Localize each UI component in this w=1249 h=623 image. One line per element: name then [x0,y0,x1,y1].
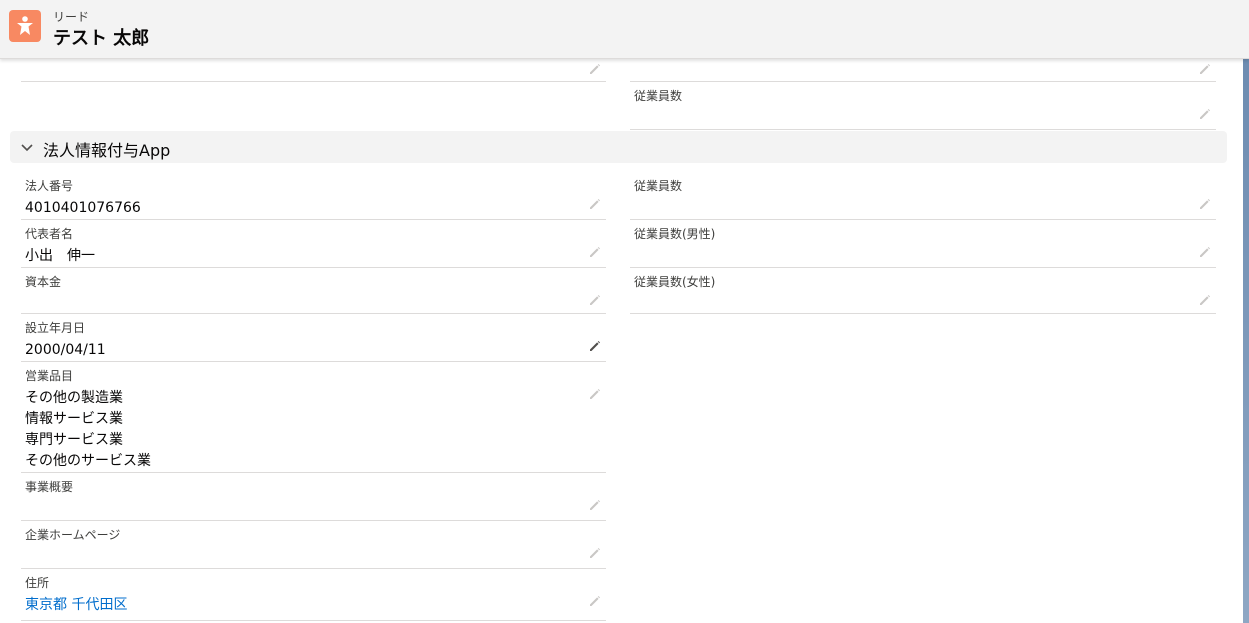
field-label: 事業概要 [25,480,74,494]
field-label: 企業ホームページ [25,528,121,542]
field-employees-top: 従業員数 [630,82,1216,130]
pencil-icon[interactable] [1198,197,1212,211]
field-label: 従業員数 [634,179,683,193]
field-partial-left [21,59,606,82]
field-established-date: 設立年月日 2000/04/11 [21,314,606,362]
pencil-icon[interactable] [588,498,602,512]
field-value: 小出 伸一 [25,248,95,264]
field-label: 従業員数(男性) [634,227,716,241]
field-employees-female: 従業員数(女性) [630,268,1216,314]
chevron-down-icon[interactable] [20,139,34,153]
section-header[interactable]: 法人情報付与App [10,131,1227,163]
field-address: 住所 東京都 千代田区 [21,569,606,621]
object-label: リード [53,10,90,24]
field-value: 4010401076766 [25,200,141,216]
field-label: 従業員数 [634,89,683,103]
field-label: 従業員数(女性) [634,275,716,289]
pencil-icon[interactable] [588,245,602,259]
pencil-icon[interactable] [588,339,602,353]
field-label: 住所 [25,576,50,590]
pencil-icon[interactable] [588,293,602,307]
record-name: テスト 太郎 [53,28,150,49]
field-company-homepage: 企業ホームページ [21,521,606,569]
pencil-icon[interactable] [1198,107,1212,121]
section-title: 法人情報付与App [43,141,171,160]
record-header: リード テスト 太郎 [0,0,1249,59]
field-business-items: 営業品目 その他の製造業 情報サービス業 専門サービス業 その他のサービス業 [21,362,606,473]
field-corporate-number: 法人番号 4010401076766 [21,172,606,220]
field-label: 資本金 [25,275,62,289]
pencil-icon[interactable] [588,546,602,560]
pencil-icon[interactable] [588,62,602,76]
field-value: 2000/04/11 [25,342,106,358]
pencil-icon[interactable] [1198,245,1212,259]
pencil-icon[interactable] [588,197,602,211]
address-link[interactable]: 東京都 千代田区 [25,595,127,616]
field-partial-right [630,59,1216,82]
field-value: その他の製造業 情報サービス業 専門サービス業 その他のサービス業 [25,390,151,469]
record-page: リード テスト 太郎 従業員数 法人情報付与App 法人番号 401040107… [0,0,1249,623]
field-label: 代表者名 [25,227,74,241]
field-business-summary: 事業概要 [21,473,606,521]
pencil-icon[interactable] [588,594,602,608]
field-employees-male: 従業員数(男性) [630,220,1216,268]
pencil-icon[interactable] [1198,62,1212,76]
pencil-icon[interactable] [588,387,602,401]
pencil-icon[interactable] [1198,293,1212,307]
field-label: 設立年月日 [25,321,86,335]
field-capital: 資本金 [21,268,606,314]
lead-icon [9,10,41,42]
field-label: 営業品目 [25,369,74,383]
field-label: 法人番号 [25,179,74,193]
field-representative: 代表者名 小出 伸一 [21,220,606,268]
scrollbar[interactable] [1243,59,1249,623]
field-employees: 従業員数 [630,172,1216,220]
